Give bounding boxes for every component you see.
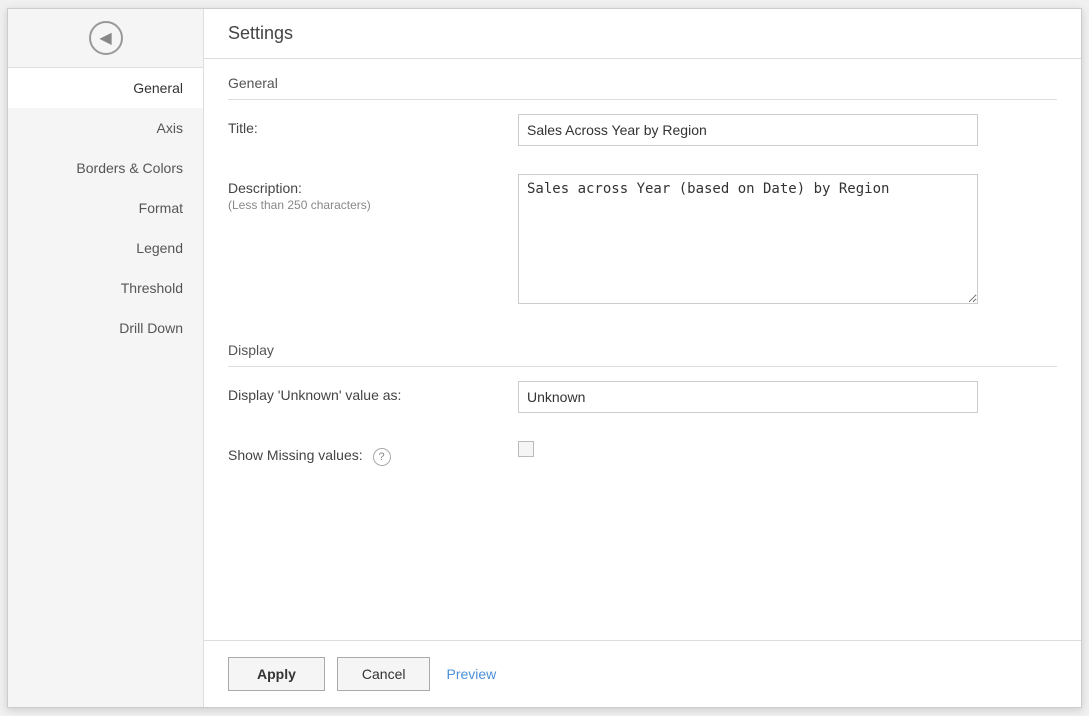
- sidebar-nav: General Axis Borders & Colors Format Leg…: [8, 68, 203, 348]
- description-textarea[interactable]: Sales across Year (based on Date) by Reg…: [518, 174, 978, 304]
- description-row: Description: (Less than 250 characters) …: [228, 160, 1057, 318]
- main-header: Settings: [204, 9, 1081, 59]
- sidebar-item-legend[interactable]: Legend: [8, 228, 203, 268]
- apply-button[interactable]: Apply: [228, 657, 325, 691]
- display-section-title: Display: [228, 326, 1057, 366]
- missing-label: Show Missing values: ?: [228, 441, 518, 466]
- missing-values-row: Show Missing values: ?: [228, 427, 1057, 480]
- main-footer: Apply Cancel Preview: [204, 640, 1081, 707]
- general-section-title: General: [228, 59, 1057, 99]
- missing-checkbox[interactable]: [518, 441, 534, 457]
- title-label: Title:: [228, 114, 518, 136]
- sidebar: ◀ General Axis Borders & Colors Format L…: [8, 9, 204, 707]
- settings-window: ◀ General Axis Borders & Colors Format L…: [7, 8, 1082, 708]
- preview-button[interactable]: Preview: [442, 658, 500, 690]
- help-icon[interactable]: ?: [373, 448, 391, 466]
- description-label: Description: (Less than 250 characters): [228, 174, 518, 212]
- description-hint: (Less than 250 characters): [228, 198, 518, 212]
- cancel-button[interactable]: Cancel: [337, 657, 431, 691]
- sidebar-item-threshold[interactable]: Threshold: [8, 268, 203, 308]
- sidebar-item-general[interactable]: General: [8, 68, 203, 108]
- sidebar-item-format[interactable]: Format: [8, 188, 203, 228]
- sidebar-item-axis[interactable]: Axis: [8, 108, 203, 148]
- unknown-label: Display 'Unknown' value as:: [228, 381, 518, 403]
- sidebar-item-drill-down[interactable]: Drill Down: [8, 308, 203, 348]
- main-content: Settings General Title: Description: (Le…: [204, 9, 1081, 707]
- sidebar-item-borders-colors[interactable]: Borders & Colors: [8, 148, 203, 188]
- display-section: Display Display 'Unknown' value as: Show…: [228, 326, 1057, 480]
- unknown-input[interactable]: [518, 381, 978, 413]
- page-title: Settings: [228, 23, 293, 43]
- back-icon[interactable]: ◀: [89, 21, 123, 55]
- main-body: General Title: Description: (Less than 2…: [204, 59, 1081, 640]
- sidebar-back-button[interactable]: ◀: [8, 9, 203, 68]
- title-input[interactable]: [518, 114, 978, 146]
- missing-checkbox-wrapper: [518, 441, 534, 457]
- unknown-row: Display 'Unknown' value as:: [228, 367, 1057, 427]
- title-row: Title:: [228, 100, 1057, 160]
